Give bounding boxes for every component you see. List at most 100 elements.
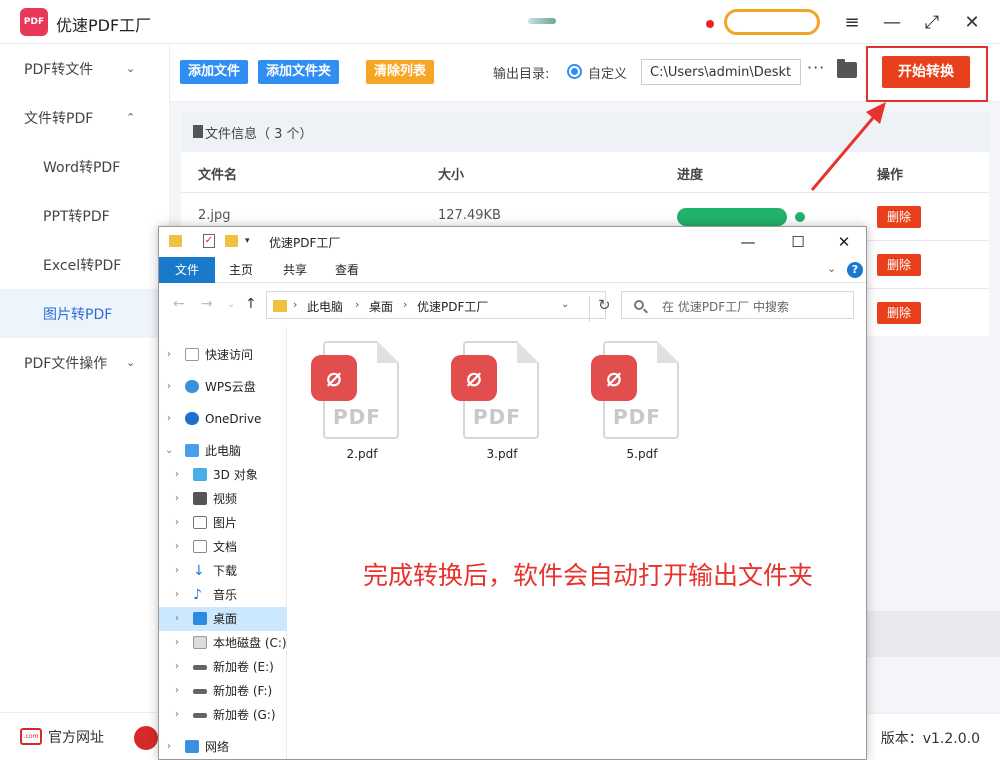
expand-arrow-icon[interactable]: › (175, 535, 179, 559)
clear-list-button[interactable]: 清除列表 (366, 60, 435, 84)
menu-icon[interactable]: ≡ (840, 10, 864, 34)
sidebar-item-excel-to-pdf[interactable]: Excel转PDF (0, 240, 169, 289)
properties-icon[interactable]: ✓ (203, 234, 215, 248)
customize-toolbar-icon[interactable]: ▾ (245, 236, 250, 246)
expand-arrow-icon[interactable]: › (167, 343, 171, 367)
maximize-button[interactable]: ⤢ (920, 10, 944, 34)
nav-onedrive[interactable]: › OneDrive (159, 407, 287, 431)
nav-drive-f[interactable]: › 新加卷 (F:) (159, 679, 287, 703)
official-site-link[interactable]: 官方网址 (48, 727, 104, 747)
nav-drive-g[interactable]: › 新加卷 (G:) (159, 703, 287, 727)
open-folder-icon[interactable] (837, 59, 857, 78)
support-chat-icon[interactable] (134, 726, 158, 750)
breadcrumb-this-pc[interactable]: 此电脑 (307, 298, 343, 315)
sidebar-item-label: Word转PDF (43, 159, 121, 176)
expand-arrow-icon[interactable]: › (175, 583, 179, 607)
file-item[interactable]: ⌀ PDF 2.pdf (297, 341, 399, 471)
sidebar-item-pdf-operations[interactable]: PDF文件操作 ⌄ (0, 338, 169, 387)
sidebar-item-image-to-pdf[interactable]: 图片转PDF (0, 289, 169, 338)
add-file-button[interactable]: 添加文件 (180, 60, 249, 84)
up-arrow-icon[interactable]: ↑ (245, 296, 257, 312)
recent-locations-icon[interactable]: ⌄ (227, 299, 235, 310)
address-input[interactable]: › 此电脑 › 桌面 › 优速PDF工厂 ⌄ ↻ (266, 291, 611, 322)
nav-label: 快速访问 (205, 348, 254, 362)
sidebar-item-ppt-to-pdf[interactable]: PPT转PDF (0, 191, 169, 240)
add-folder-button[interactable]: 添加文件夹 (258, 60, 340, 84)
document-icon (193, 125, 203, 138)
back-arrow-icon[interactable]: ← (173, 296, 185, 312)
expand-arrow-icon[interactable]: › (175, 607, 179, 631)
minimize-button[interactable]: — (880, 10, 904, 34)
nav-videos[interactable]: › 视频 (159, 487, 287, 511)
close-button[interactable]: ✕ (960, 10, 984, 34)
nav-wps-cloud[interactable]: › WPS云盘 (159, 375, 287, 399)
nav-drive-e[interactable]: › 新加卷 (E:) (159, 655, 287, 679)
nav-desktop[interactable]: › 桌面 (159, 607, 287, 631)
page-fold (517, 341, 539, 363)
refresh-icon[interactable]: ↻ (589, 296, 611, 322)
custom-radio[interactable] (567, 64, 582, 79)
pdf-app-icon: ⌀ (451, 355, 497, 401)
explorer-close-button[interactable]: ✕ (833, 231, 855, 253)
tab-home[interactable]: 主页 (221, 257, 261, 283)
expand-arrow-icon[interactable]: › (167, 735, 171, 759)
delete-button[interactable]: 删除 (877, 254, 921, 276)
expand-arrow-icon[interactable]: › (175, 631, 179, 655)
expand-arrow-icon[interactable]: › (175, 679, 179, 703)
file-item[interactable]: ⌀ PDF 5.pdf (577, 341, 679, 471)
navigation-pane: › 快速访问 › WPS云盘 › OneDrive ⌄ 此电脑 › 3D 对象 … (159, 327, 287, 759)
expand-arrow-icon[interactable]: › (167, 407, 171, 431)
chevron-right-icon: › (355, 298, 360, 311)
forward-arrow-icon[interactable]: → (201, 296, 213, 312)
breadcrumb-folder[interactable]: 优速PDF工厂 (417, 298, 488, 315)
output-path-input[interactable] (641, 59, 801, 85)
breadcrumb-desktop[interactable]: 桌面 (369, 298, 393, 315)
sidebar-item-pdf-to-file[interactable]: PDF转文件 ⌄ (0, 44, 169, 93)
start-convert-button[interactable]: 开始转换 (882, 56, 970, 88)
sidebar-item-file-to-pdf[interactable]: 文件转PDF ⌃ (0, 93, 169, 142)
custom-radio-label[interactable]: 自定义 (588, 63, 627, 82)
search-input[interactable]: 在 优速PDF工厂 中搜索 (621, 291, 854, 319)
tab-share[interactable]: 共享 (275, 257, 315, 283)
nav-documents[interactable]: › 文档 (159, 535, 287, 559)
nav-quick-access[interactable]: › 快速访问 (159, 343, 287, 367)
nav-this-pc[interactable]: ⌄ 此电脑 (159, 439, 287, 463)
file-item[interactable]: ⌀ PDF 3.pdf (437, 341, 539, 471)
explorer-maximize-button[interactable]: ☐ (787, 231, 809, 253)
sidebar-item-label: 文件转PDF (24, 110, 94, 127)
music-icon: ♪ (193, 587, 202, 603)
delete-button[interactable]: 删除 (877, 302, 921, 324)
explorer-title: 优速PDF工厂 (269, 236, 341, 250)
expand-arrow-icon[interactable]: › (175, 487, 179, 511)
delete-button[interactable]: 删除 (877, 206, 921, 228)
collapse-arrow-icon[interactable]: ⌄ (165, 439, 173, 463)
promo-badge[interactable] (724, 9, 820, 35)
help-icon[interactable]: ? (847, 262, 863, 278)
nav-network[interactable]: › 网络 (159, 735, 287, 759)
nav-music[interactable]: › ♪ 音乐 (159, 583, 287, 607)
nav-downloads[interactable]: › ↓ 下载 (159, 559, 287, 583)
tab-file[interactable]: 文件 (159, 257, 215, 283)
nav-drive-c[interactable]: › 本地磁盘 (C:) (159, 631, 287, 655)
tab-view[interactable]: 查看 (327, 257, 367, 283)
chevron-up-icon: ⌃ (126, 111, 136, 124)
file-name: 2.jpg (198, 208, 231, 223)
explorer-minimize-button[interactable]: — (737, 231, 759, 253)
new-folder-icon[interactable] (225, 235, 238, 247)
sidebar-item-word-to-pdf[interactable]: Word转PDF (0, 142, 169, 191)
nav-pictures[interactable]: › 图片 (159, 511, 287, 535)
expand-ribbon-icon[interactable]: ⌄ (827, 262, 836, 275)
pdf-type-label: PDF (473, 405, 521, 429)
expand-arrow-icon[interactable]: › (167, 375, 171, 399)
pointer-arrow (810, 102, 886, 191)
expand-arrow-icon[interactable]: › (175, 463, 179, 487)
nav-3d-objects[interactable]: › 3D 对象 (159, 463, 287, 487)
nav-label: OneDrive (205, 412, 262, 426)
address-dropdown-icon[interactable]: ⌄ (561, 299, 569, 310)
expand-arrow-icon[interactable]: › (175, 511, 179, 535)
expand-arrow-icon[interactable]: › (175, 703, 179, 727)
main-toolbar: 添加文件 添加文件夹 清除列表 输出目录: 自定义 ··· 开始转换 (170, 44, 1000, 102)
more-icon[interactable]: ··· (807, 58, 825, 77)
expand-arrow-icon[interactable]: › (175, 559, 179, 583)
expand-arrow-icon[interactable]: › (175, 655, 179, 679)
